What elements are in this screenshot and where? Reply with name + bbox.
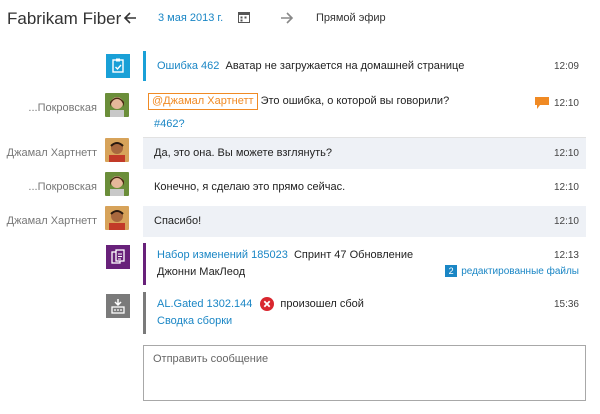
list-item-message: Джамал Хартнетт Да, это она. Вы можете в… (0, 138, 600, 170)
changeset-link[interactable]: Набор изменений 185023 (157, 249, 288, 261)
workitem-card: Ошибка 462 Аватар не загружается на дома… (143, 51, 586, 81)
message-card: Спасибо! 12:10 (143, 206, 586, 237)
edited-files-label: редактированные файлы (461, 266, 579, 277)
next-day-arrow-icon[interactable] (277, 8, 295, 28)
avatar[interactable] (105, 172, 129, 196)
timestamp: 12:13 (553, 250, 579, 261)
timestamp: 12:10 (553, 98, 579, 109)
work-item-icon (106, 54, 130, 78)
list-item-message: Джамал Хартнетт Спасибо! 12:10 (0, 206, 600, 238)
timestamp: 12:10 (553, 148, 579, 159)
message-composer (143, 345, 586, 401)
sender-name: ...Покровская (28, 181, 97, 193)
comment-icon[interactable] (534, 96, 550, 110)
timestamp: 12:09 (553, 61, 579, 72)
live-link[interactable]: Прямой эфир (316, 12, 386, 24)
work-item-ref-link[interactable]: #462? (154, 118, 185, 130)
header: Fabrikam Fiber 3 мая 2013 г. Прямой эфир (0, 0, 600, 40)
sender-name: Джамал Хартнетт (6, 215, 97, 227)
message-input[interactable] (144, 346, 585, 372)
file-count-badge: 2 (445, 265, 458, 278)
changeset-card: Набор изменений 185023 Спринт 47 Обновле… (143, 243, 586, 285)
message-text: Это ошибка, о которой вы говорили? (260, 95, 450, 107)
timestamp: 15:36 (553, 299, 579, 310)
message-card: @Джамал Хартнетт Это ошибка, о которой в… (143, 91, 586, 137)
prev-day-arrow-icon[interactable] (122, 8, 140, 28)
message-text: Конечно, я сделаю это прямо сейчас. (154, 181, 346, 193)
build-summary-link[interactable]: Сводка сборки (157, 315, 232, 327)
changeset-author: Джонни МакЛеод (157, 266, 246, 278)
date-link[interactable]: 3 мая 2013 г. (158, 12, 223, 24)
timestamp: 12:10 (553, 182, 579, 193)
list-item-message: ...Покровская Конечно, я сделаю это прям… (0, 172, 600, 204)
list-item-message: ...Покровская @Джамал Хартнетт Это ошибк… (0, 88, 600, 138)
work-item-title: Аватар не загружается на домашней страни… (225, 60, 465, 72)
build-icon (106, 294, 130, 318)
changeset-icon (106, 245, 130, 269)
avatar[interactable] (105, 93, 129, 117)
app-title: Fabrikam Fiber (7, 9, 122, 28)
message-text: Да, это она. Вы можете взглянуть? (154, 147, 332, 159)
edited-files-link[interactable]: 2 редактированные файлы (445, 264, 579, 280)
build-card: AL.Gated 1302.144 произошел сбой Сводка … (143, 292, 586, 334)
avatar[interactable] (105, 206, 129, 230)
list-item-build: AL.Gated 1302.144 произошел сбой Сводка … (0, 292, 600, 336)
team-room: Fabrikam Fiber 3 мая 2013 г. Прямой эфир… (0, 0, 600, 414)
changeset-comment: Спринт 47 Обновление (293, 249, 414, 261)
mention-tag[interactable]: @Джамал Хартнетт (148, 93, 258, 110)
calendar-icon[interactable] (238, 11, 250, 23)
build-status: произошел сбой (280, 298, 364, 310)
build-link[interactable]: AL.Gated 1302.144 (157, 296, 252, 312)
message-card: Конечно, я сделаю это прямо сейчас. 12:1… (143, 172, 586, 203)
message-text: Спасибо! (154, 215, 202, 227)
message-card: Да, это она. Вы можете взглянуть? 12:10 (143, 138, 586, 169)
work-item-link[interactable]: Ошибка 462 (157, 60, 219, 72)
sender-name: Джамал Хартнетт (6, 147, 97, 159)
list-item-changeset: Набор изменений 185023 Спринт 47 Обновле… (0, 243, 600, 287)
list-item-workitem: Ошибка 462 Аватар не загружается на дома… (0, 51, 600, 83)
error-icon (260, 297, 275, 311)
timestamp: 12:10 (553, 216, 579, 227)
sender-name: ...Покровская (28, 102, 97, 114)
avatar[interactable] (105, 138, 129, 162)
